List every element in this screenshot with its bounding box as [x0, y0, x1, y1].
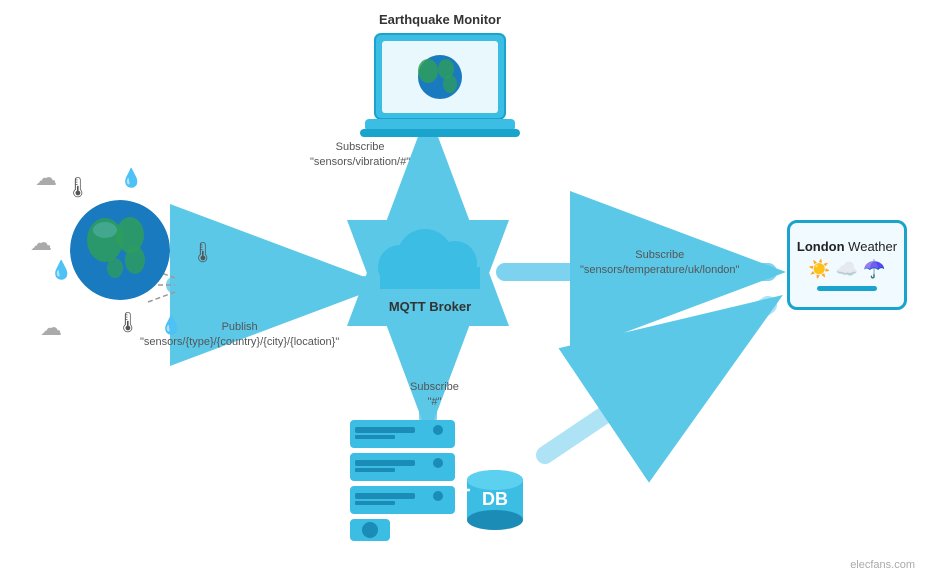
label-subscribe-hash: Subscribe "#": [410, 380, 459, 411]
watermark: elecfans.com: [850, 559, 915, 571]
mqtt-broker-group: MQTT Broker: [350, 215, 510, 335]
svg-text:DB: DB: [482, 489, 508, 509]
drop-icon-tr: 💧: [120, 168, 142, 189]
diagram-container: { "title": "MQTT Architecture Diagram", …: [0, 0, 927, 579]
label-publish: Publish "sensors/{type}/{country}/{city}…: [140, 320, 339, 351]
cloud-icon-bl: ☁: [40, 315, 62, 341]
label-subscribe-temperature: Subscribe "sensors/temperature/uk/london…: [580, 248, 739, 279]
tablet-bar: [817, 286, 877, 291]
london-bold: London: [797, 239, 845, 254]
thermo-icon-br: 🌡: [115, 310, 140, 335]
label-subscribe-vibration: Subscribe "sensors/vibration/#": [310, 140, 410, 171]
thermo-icon-tl: 🌡: [65, 175, 90, 200]
drop-icon-ml: 💧: [50, 260, 72, 281]
db-svg: DB: [340, 415, 540, 545]
cloud-icon-tl: ☁: [35, 165, 57, 191]
london-normal: Weather: [845, 239, 898, 254]
cloud-icon-mid: ☁: [30, 230, 52, 256]
tablet-weather-icons: ☀️ ☁️ ☂️: [808, 259, 885, 280]
mqtt-broker-label: MQTT Broker: [350, 299, 510, 314]
london-tablet: London Weather ☀️ ☁️ ☂️: [787, 220, 907, 310]
earthquake-monitor-group: Earthquake Monitor: [350, 10, 530, 139]
london-title: London Weather: [797, 239, 897, 255]
london-weather-group: London Weather ☀️ ☁️ ☂️: [782, 220, 912, 310]
mqtt-cloud-shape: [360, 215, 500, 295]
earthquake-label: Earthquake Monitor: [350, 12, 530, 29]
database-group: DB: [340, 415, 540, 550]
earthquake-laptop: [360, 29, 520, 139]
thermo-icon-r: 🌡: [190, 240, 215, 265]
